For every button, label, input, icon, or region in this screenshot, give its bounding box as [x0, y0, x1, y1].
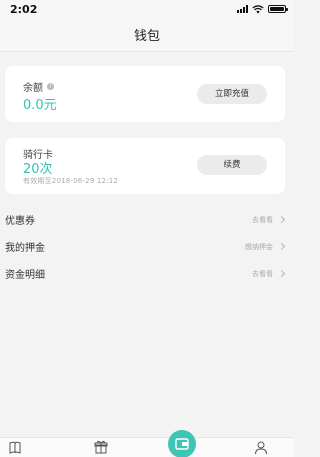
- renew-button[interactable]: 续费: [197, 155, 267, 175]
- book-icon: [9, 441, 21, 454]
- list-item-label: 资金明细: [5, 270, 45, 281]
- tab-profile[interactable]: [246, 440, 276, 457]
- signal-icon: [237, 5, 248, 13]
- ride-card-value: 20次: [23, 162, 53, 177]
- tab-wallet[interactable]: [168, 430, 196, 457]
- list-item-right: 缴纳押金: [245, 242, 286, 252]
- info-icon[interactable]: !: [47, 83, 54, 90]
- list-item-label: 我的押金: [5, 243, 45, 254]
- wallet-menu-list: 优惠券 去看看 我的押金 缴纳押金 资金明细 去看看: [0, 206, 294, 287]
- list-item-right: 去看看: [252, 215, 286, 225]
- chevron-right-icon: [277, 242, 286, 251]
- user-icon: [255, 441, 267, 454]
- page-title: 钱包: [133, 29, 160, 44]
- balance-card: 余额 ! 0.0元 立即充值: [5, 66, 285, 122]
- balance-value: 0.0元: [23, 98, 57, 113]
- chevron-right-icon: [277, 215, 286, 224]
- list-item-coupons[interactable]: 优惠券 去看看: [0, 206, 294, 233]
- balance-label: 余额: [23, 83, 43, 94]
- wallet-icon: [175, 438, 189, 450]
- status-bar: 2:02: [0, 0, 294, 18]
- list-item-hint: 去看看: [252, 269, 273, 278]
- wifi-icon: [252, 4, 264, 13]
- status-icons: [237, 4, 288, 14]
- ride-card: 骑行卡 20次 有效期至2018-06-29 12:12 续费: [5, 138, 285, 194]
- tab-gifts[interactable]: [86, 440, 116, 457]
- balance-label-row: 余额 !: [23, 79, 54, 94]
- tab-bar: [0, 430, 294, 457]
- chevron-right-icon: [277, 269, 286, 278]
- list-item-deposit[interactable]: 我的押金 缴纳押金: [0, 233, 294, 260]
- list-item-transactions[interactable]: 资金明细 去看看: [0, 260, 294, 287]
- list-item-right: 去看看: [252, 269, 286, 279]
- list-item-label: 优惠券: [5, 216, 35, 227]
- list-item-hint: 缴纳押金: [245, 242, 273, 251]
- tab-guide[interactable]: [0, 440, 30, 457]
- recharge-button[interactable]: 立即充值: [197, 84, 267, 104]
- status-time: 2:02: [10, 2, 38, 16]
- battery-icon: [268, 5, 288, 13]
- nav-bar: 钱包: [0, 18, 294, 52]
- gift-icon: [94, 440, 108, 454]
- ride-card-expiry: 有效期至2018-06-29 12:12: [23, 177, 119, 185]
- list-item-hint: 去看看: [252, 215, 273, 224]
